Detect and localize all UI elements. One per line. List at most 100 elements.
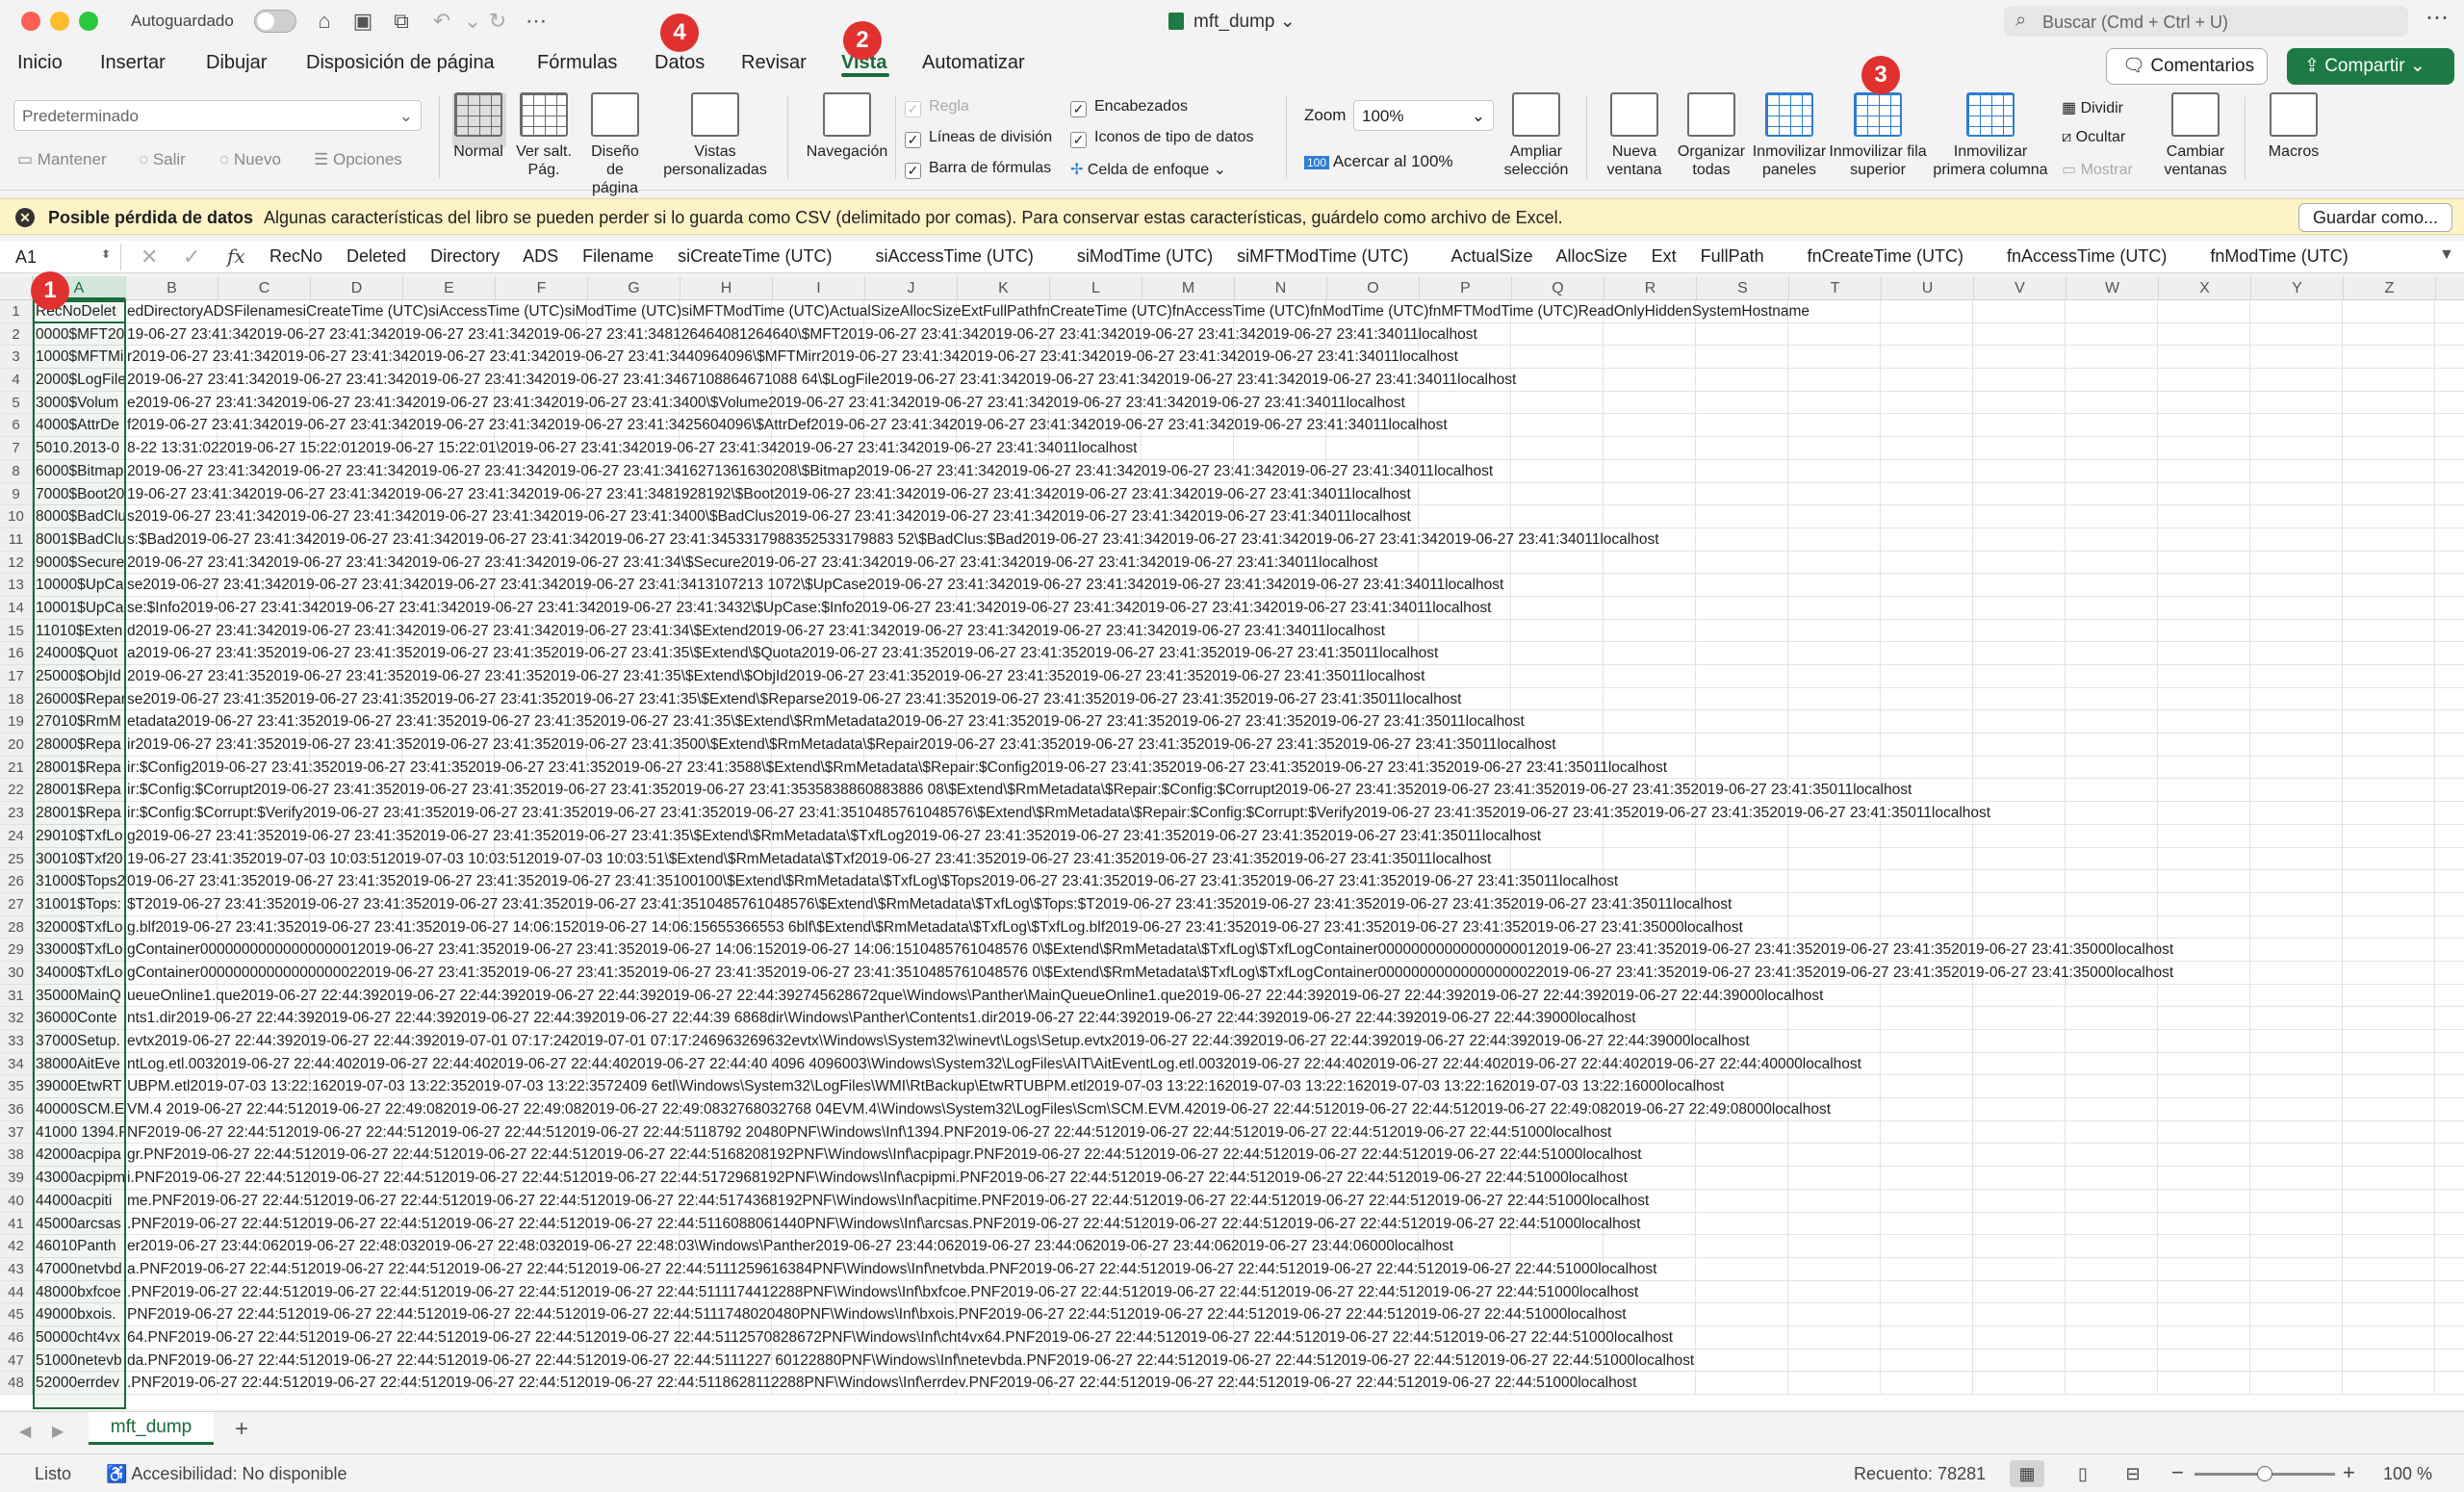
tab-disposicion-pagina[interactable]: Disposición de página [306,52,495,74]
save-icon[interactable]: ▣ [348,7,377,36]
page-break-view-button[interactable]: Ver salt. Pág. [514,92,574,179]
sheet-tab-mft-dump[interactable]: mft_dump [89,1412,214,1445]
cell-a[interactable]: 42000acpipa [33,1144,125,1167]
cell-a[interactable]: 29010$TxfLo [33,824,125,847]
macros-button[interactable]: Macros [2262,92,2325,161]
row-header[interactable]: 42 [0,1235,32,1258]
row-header[interactable]: 36 [0,1098,32,1121]
row-header[interactable]: 25 [0,848,32,871]
custom-views-button[interactable]: Vistas personalizadas [662,92,768,179]
row-header[interactable]: 31 [0,985,32,1008]
column-header[interactable]: N [1235,276,1327,300]
row-header[interactable]: 15 [0,620,32,643]
page-layout-status-button[interactable]: ▯ [2066,1460,2100,1487]
cell-a[interactable]: 45000arcsas [33,1212,125,1235]
close-window-button[interactable] [21,12,40,31]
column-header[interactable]: U [1882,276,1974,300]
row-header[interactable]: 41 [0,1213,32,1236]
column-header[interactable]: S [1697,276,1789,300]
row-header[interactable]: 30 [0,962,32,985]
row-header[interactable]: 48 [0,1372,32,1395]
cell-a[interactable]: 11010$Exten [33,619,125,642]
zoom-to-100-button[interactable]: 100 Acercar al 100% [1304,152,1453,171]
row-header[interactable]: 45 [0,1303,32,1326]
row-header[interactable]: 19 [0,710,32,734]
cell-a[interactable]: 1000$MFTMir [33,346,125,369]
row-header[interactable]: 5 [0,392,32,415]
headings-checkbox[interactable]: ✓ Encabezados [1070,98,1188,117]
cell-a[interactable]: 31001$Tops: [33,892,125,915]
home-icon[interactable]: ⌂ [310,7,339,36]
undo-icon[interactable]: ↶ [427,7,456,36]
cell-a[interactable]: 26000$Repar [33,687,125,710]
row-header[interactable]: 33 [0,1030,32,1053]
ellipsis-icon[interactable]: ⋯ [2426,4,2449,32]
cell-a[interactable]: 10000$UpCa [33,574,125,596]
row-header[interactable]: 23 [0,802,32,825]
row-header[interactable]: 22 [0,779,32,803]
gridlines-checkbox[interactable]: ✓ Líneas de división [905,129,1052,148]
column-header[interactable]: M [1142,276,1235,300]
cell-a[interactable]: 47000netvbd [33,1257,125,1280]
column-header[interactable]: L [1050,276,1142,300]
cell-a[interactable]: 48000bxfcoe [33,1280,125,1303]
cell-a[interactable]: 35000MainQ [33,984,125,1007]
previous-sheet-icon[interactable]: ◀ [19,1422,31,1441]
row-header[interactable]: 10 [0,505,32,528]
show-button[interactable]: ▭ Mostrar [2062,160,2133,179]
cell-a[interactable]: 9000$Secure [33,551,125,574]
cell-a[interactable]: 33000$TxfLo [33,939,125,961]
row-header[interactable]: 4 [0,369,32,392]
options-button[interactable]: ☰ Opciones [314,150,402,169]
maximize-window-button[interactable] [79,12,98,31]
search-box[interactable]: ⌕ Buscar (Cmd + Ctrl + U) [2004,6,2408,37]
row-header[interactable]: 43 [0,1258,32,1281]
row-header[interactable]: 27 [0,893,32,916]
hide-button[interactable]: ⧄ Ocultar [2062,129,2125,146]
page-layout-view-button[interactable]: Diseño de página [583,92,647,197]
row-header[interactable]: 12 [0,552,32,575]
row-header[interactable]: 6 [0,414,32,438]
row-header[interactable]: 28 [0,916,32,939]
row-header[interactable]: 11 [0,528,32,552]
row-header[interactable]: 9 [0,483,32,506]
freeze-panes-button[interactable]: Inmovilizar paneles [1750,92,1829,179]
cell-a[interactable]: 27010$RmM [33,710,125,733]
row-header[interactable]: 20 [0,733,32,757]
column-header[interactable]: Y [2251,276,2344,300]
cell-a[interactable]: 51000netevb [33,1349,125,1372]
split-button[interactable]: ▦ Dividir [2062,98,2123,117]
comments-button[interactable]: 🗨 Comentarios [2106,48,2268,85]
datatype-icons-checkbox[interactable]: ✓ Iconos de tipo de datos [1070,129,1253,148]
document-title[interactable]: mft_dump ⌄ [1165,11,1296,33]
cell-area[interactable]: RecNoDelet edDirectoryADSFilenamesiCreate… [33,300,2464,1395]
zoom-out-icon[interactable]: − [2171,1460,2184,1485]
cell-a[interactable]: 8000$BadClu [33,505,125,527]
row-header[interactable]: 18 [0,688,32,711]
page-break-status-button[interactable]: ⊟ [2116,1460,2150,1487]
cell-a[interactable]: 32000$TxfLo [33,915,125,939]
cell-a[interactable]: 50000cht4vx [33,1325,125,1349]
cell-a[interactable]: 2000$LogFile [33,369,125,391]
column-header[interactable]: K [958,276,1050,300]
column-header[interactable]: O [1327,276,1420,300]
tab-formulas[interactable]: Fórmulas [537,52,617,74]
arrange-all-button[interactable]: Organizar todas [1673,92,1750,179]
row-header[interactable]: 35 [0,1075,32,1099]
column-header[interactable]: W [2066,276,2159,300]
zoom-select[interactable]: 100% ⌄ [1353,100,1494,131]
keep-button[interactable]: ▭ Mantener [17,150,107,169]
cell-a[interactable]: 39000EtwRT [33,1075,125,1098]
row-header[interactable]: 44 [0,1281,32,1304]
column-header[interactable]: B [126,276,218,300]
column-header[interactable]: H [680,276,773,300]
cell-a[interactable]: 7000$Boot20 [33,482,125,505]
row-header[interactable]: 21 [0,757,32,780]
column-header[interactable]: J [865,276,958,300]
normal-view-status-button[interactable]: ▦ [2010,1460,2044,1487]
redo-icon[interactable]: ↻ [483,7,512,36]
cell-a[interactable]: 34000$TxfLo [33,961,125,984]
cell-a[interactable]: 49000bxois. [33,1303,125,1325]
row-header[interactable]: 8 [0,460,32,483]
row-header[interactable]: 46 [0,1326,32,1350]
